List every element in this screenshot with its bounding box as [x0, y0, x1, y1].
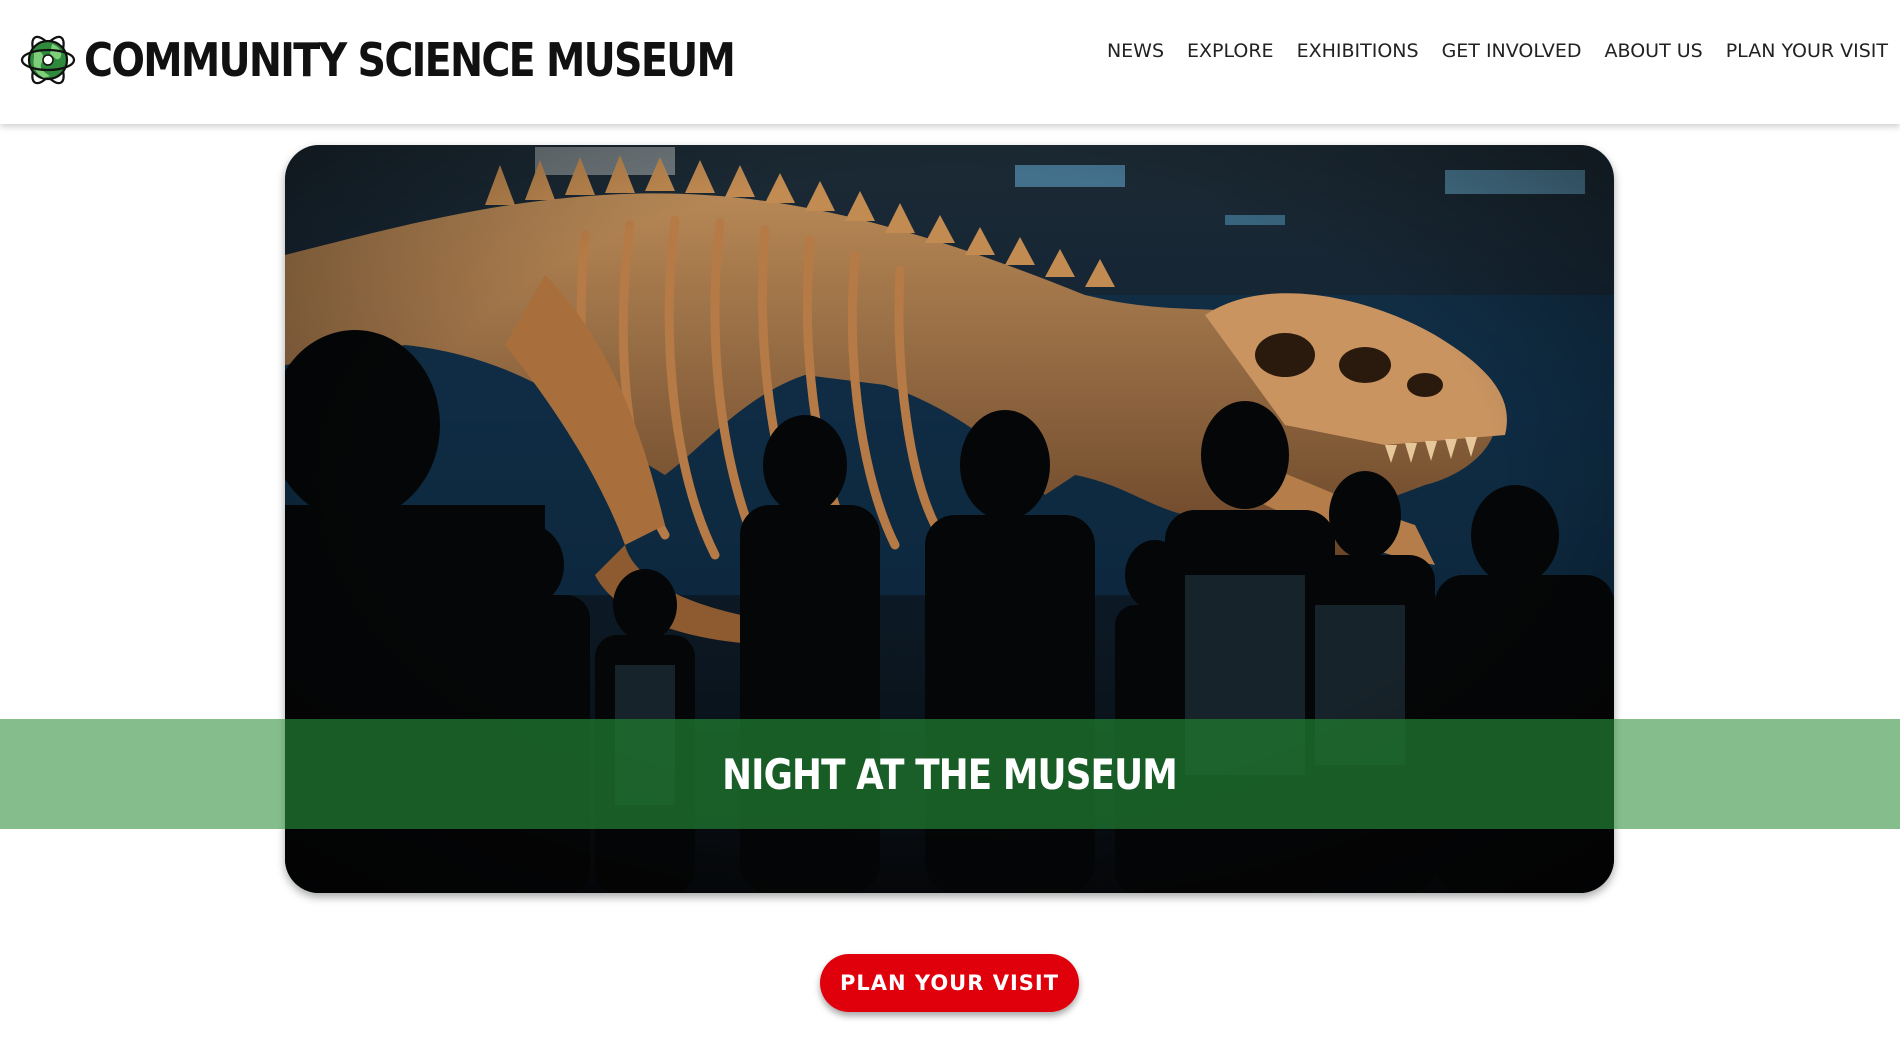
- brand-home-link[interactable]: COMMUNITY SCIENCE MUSEUM: [20, 28, 840, 92]
- atom-globe-icon: [20, 35, 76, 85]
- nav-item-about-us[interactable]: ABOUT US: [1605, 40, 1703, 62]
- hero-title-banner: NIGHT AT THE MUSEUM: [0, 719, 1900, 829]
- hero-title: NIGHT AT THE MUSEUM: [722, 749, 1179, 799]
- nav-item-plan-your-visit[interactable]: PLAN YOUR VISIT: [1726, 40, 1888, 62]
- nav-item-get-involved[interactable]: GET INVOLVED: [1442, 40, 1582, 62]
- site-title: COMMUNITY SCIENCE MUSEUM: [84, 33, 736, 87]
- main-nav: NEWS EXPLORE EXHIBITIONS GET INVOLVED AB…: [1084, 40, 1888, 62]
- site-header: COMMUNITY SCIENCE MUSEUM NEWS EXPLORE EX…: [0, 0, 1900, 124]
- plan-your-visit-button[interactable]: PLAN YOUR VISIT: [820, 954, 1079, 1012]
- nav-item-exhibitions[interactable]: EXHIBITIONS: [1297, 40, 1419, 62]
- nav-item-news[interactable]: NEWS: [1107, 40, 1164, 62]
- nav-item-explore[interactable]: EXPLORE: [1187, 40, 1274, 62]
